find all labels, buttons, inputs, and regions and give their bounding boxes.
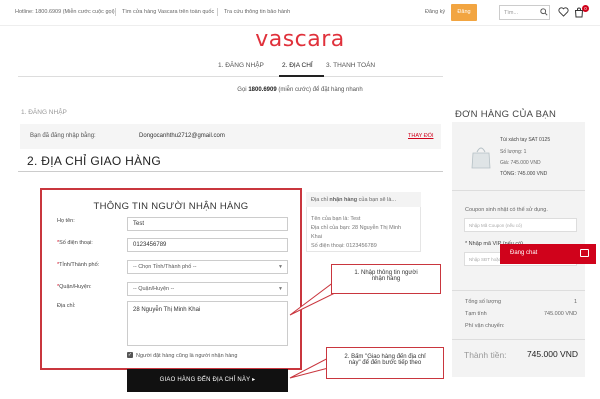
grand-total-label: Thành tiền: bbox=[464, 350, 507, 360]
callout-step-1: 1. Nhập thông tin người nhận hàng bbox=[331, 264, 441, 294]
product-quantity: Số lượng: 1 bbox=[500, 149, 527, 155]
coupon-label: Coupon sinh nhật có thể sử dụng. bbox=[465, 207, 548, 213]
callout-1-line2: nhận hàng bbox=[371, 276, 401, 282]
live-chat-button[interactable]: Đang chat bbox=[500, 244, 596, 264]
chat-label: Đang chat bbox=[510, 250, 538, 256]
total-qty-label: Tổng số lượng bbox=[465, 299, 502, 305]
product-thumbnail bbox=[471, 147, 491, 169]
callout-2-line2: này" để đến bước tiếp theo bbox=[348, 360, 422, 366]
shipping-fee-label: Phí vận chuyển: bbox=[465, 323, 505, 329]
product-name: Túi xách tay SAT 0125 bbox=[500, 137, 551, 143]
callout-step-2: 2. Bấm "Giao hàng đến địa chỉ này" để đế… bbox=[326, 347, 444, 379]
divider bbox=[452, 190, 585, 191]
order-summary-title: ĐƠN HÀNG CỦA BẠN bbox=[455, 109, 557, 120]
coupon-input[interactable]: Nhập Mã Coupon (nếu có) bbox=[464, 218, 577, 232]
temp-total-value: 745.000 VND bbox=[543, 311, 577, 317]
temp-total-label: Tạm tính bbox=[465, 311, 487, 317]
chat-bubble-icon bbox=[580, 249, 589, 257]
grand-total-value: 745.000 VND bbox=[526, 349, 578, 359]
divider bbox=[452, 290, 585, 291]
product-subtotal: TỔNG: 745.000 VND bbox=[500, 171, 548, 177]
product-price: Giá: 745.000 VND bbox=[500, 160, 541, 166]
total-qty-value: 1 bbox=[573, 299, 577, 305]
divider bbox=[452, 339, 585, 340]
